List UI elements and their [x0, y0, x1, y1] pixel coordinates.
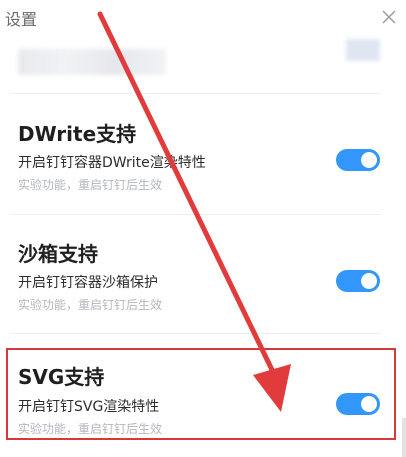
window-title: 设置 — [5, 10, 38, 29]
section-title: DWrite支持 — [18, 122, 137, 146]
divider — [10, 93, 380, 94]
section-description: 开启钉钉容器沙箱保护 — [18, 275, 158, 291]
section-title: 沙箱支持 — [18, 242, 98, 266]
dwrite-toggle[interactable] — [336, 149, 380, 171]
close-icon[interactable] — [378, 6, 400, 28]
blurred-text — [18, 49, 166, 75]
divider — [10, 333, 380, 334]
scrollbar[interactable] — [402, 418, 406, 457]
sandbox-toggle[interactable] — [336, 270, 380, 292]
section-hint: 实验功能，重启钉钉后生效 — [18, 178, 163, 192]
toggle-knob — [361, 273, 377, 289]
divider — [10, 214, 380, 215]
highlight-box — [6, 348, 396, 440]
toggle-knob — [361, 152, 377, 168]
blurred-control — [346, 39, 380, 61]
settings-window: 设置 DWrite支持 开启钉钉容器DWrite渲染特性 实验功能，重启钉钉后生… — [0, 0, 406, 457]
section-description: 开启钉钉容器DWrite渲染特性 — [18, 155, 206, 171]
blurred-setting-row — [0, 33, 406, 93]
section-hint: 实验功能，重启钉钉后生效 — [18, 298, 163, 312]
